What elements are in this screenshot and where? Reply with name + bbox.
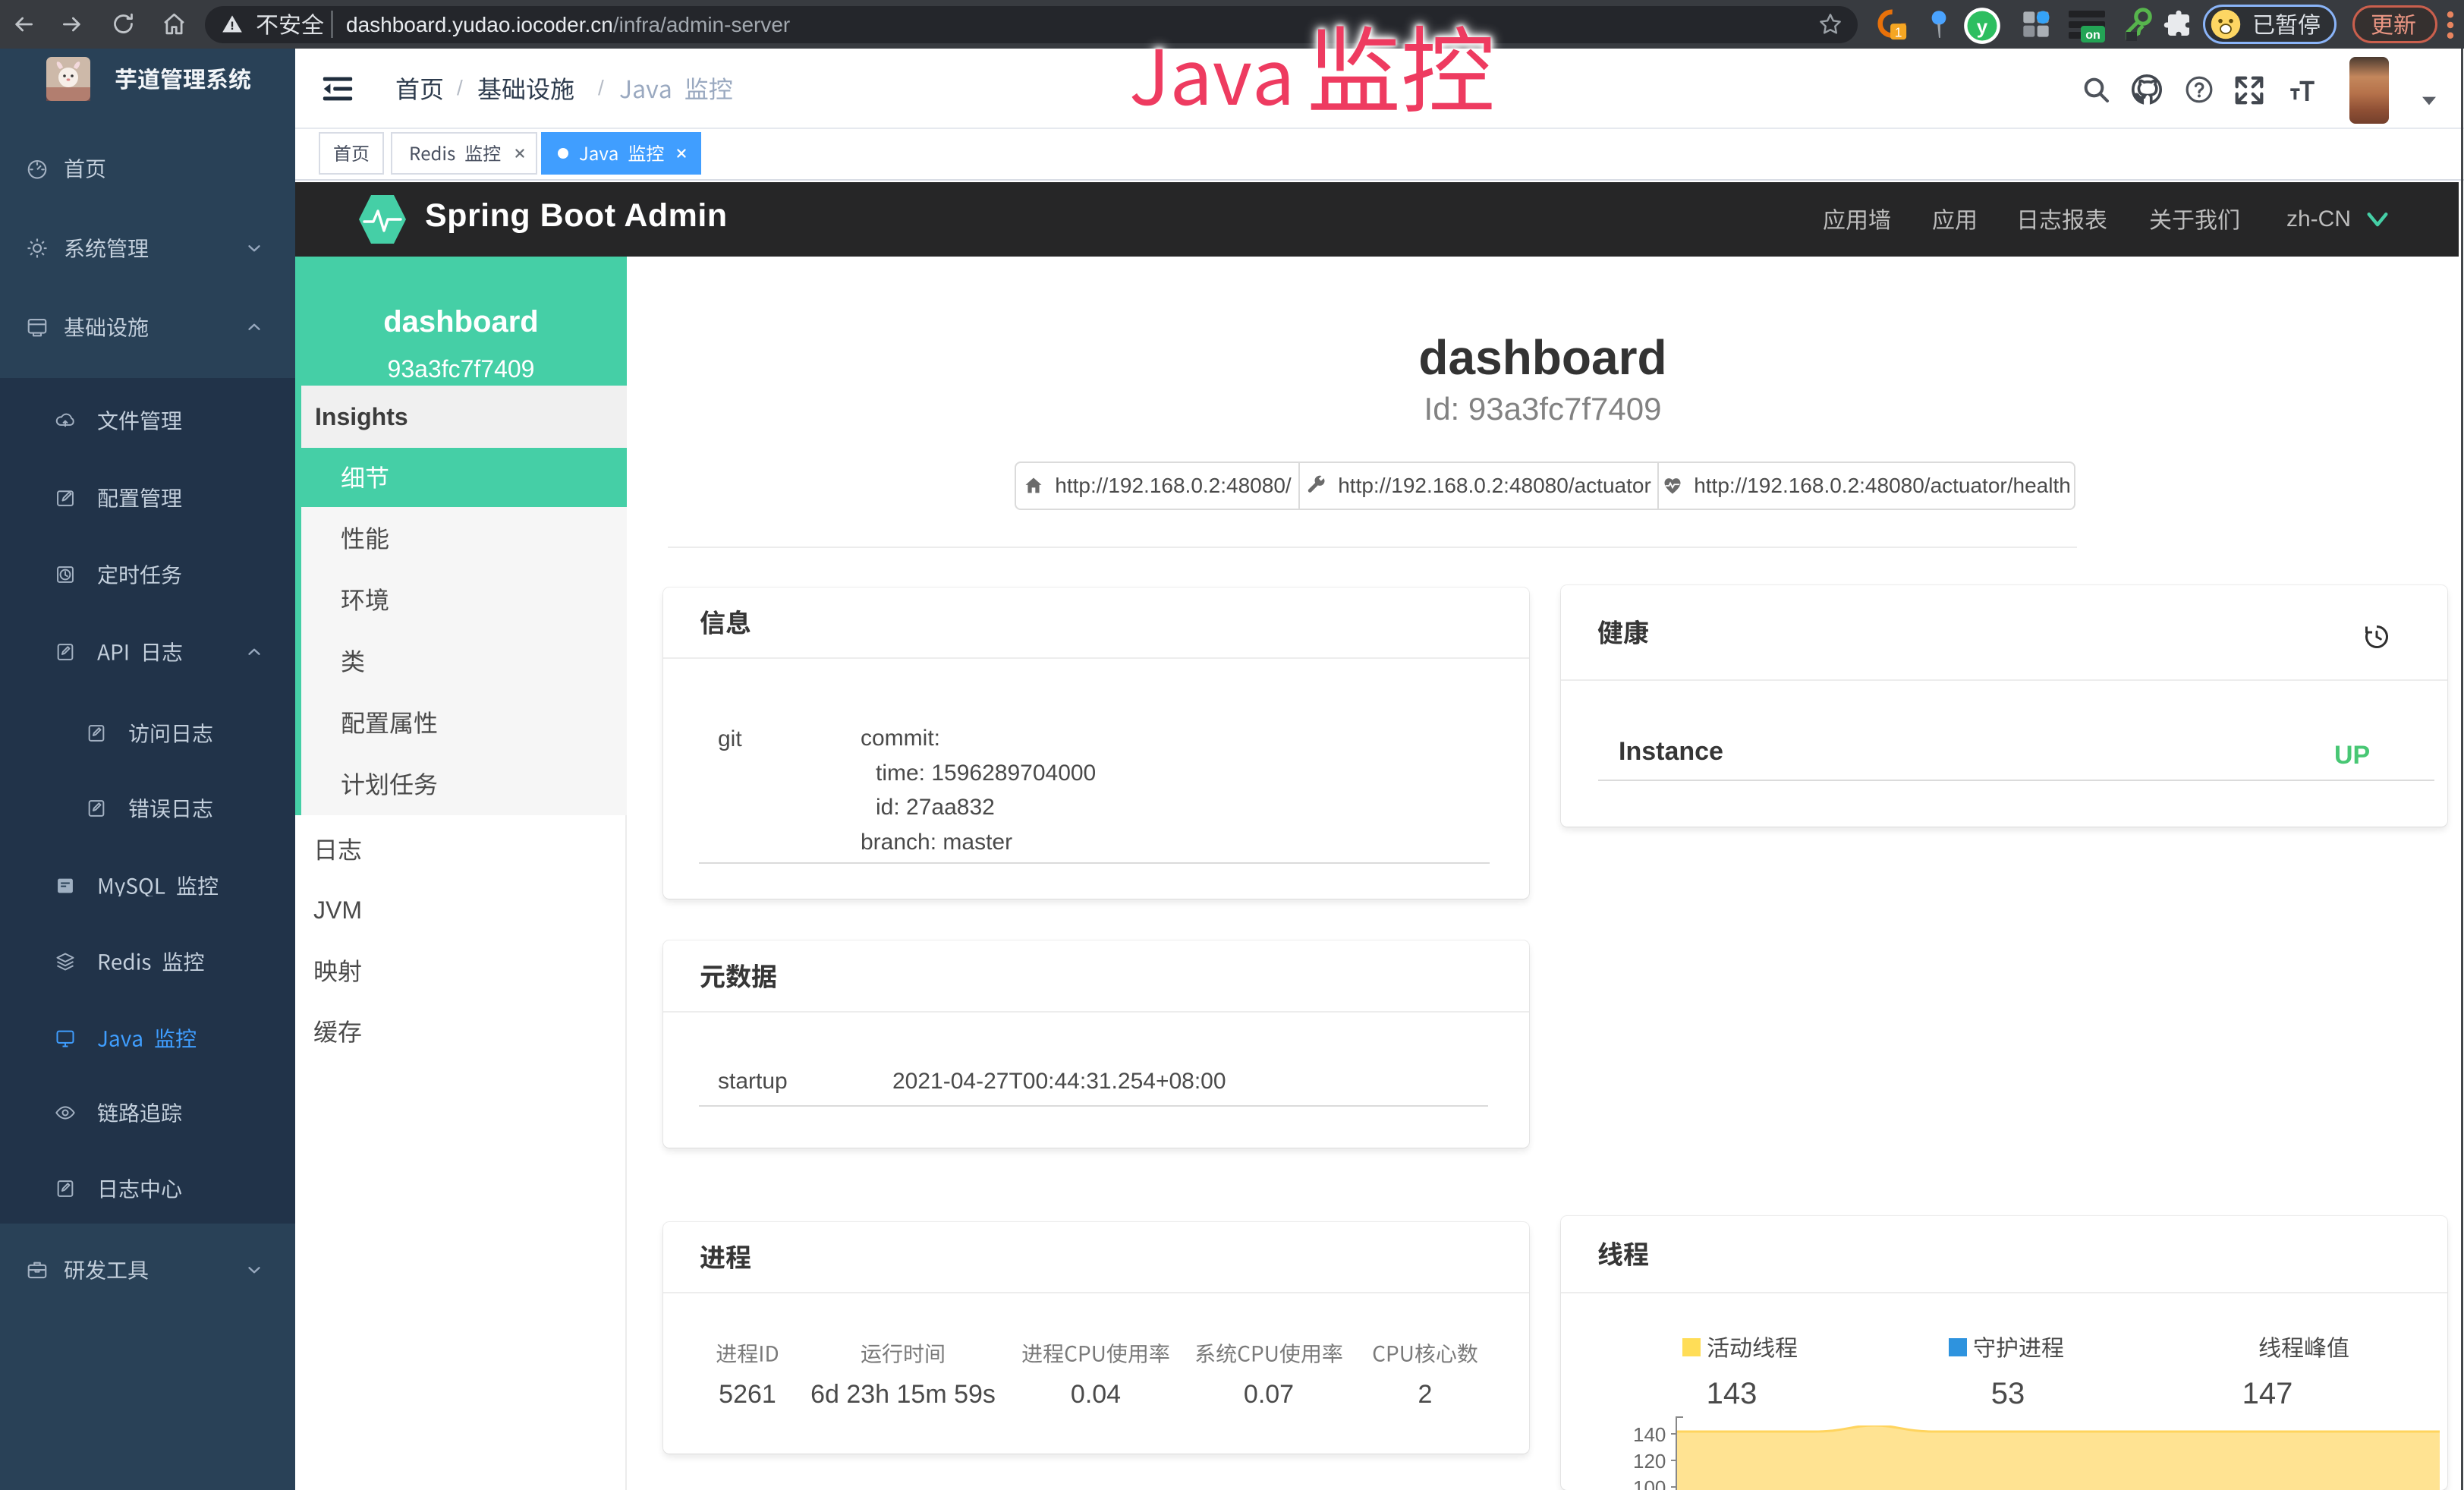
svg-text:y: y	[1977, 15, 1988, 38]
svg-text:1: 1	[1895, 24, 1902, 39]
svg-text:on: on	[2085, 29, 2101, 42]
